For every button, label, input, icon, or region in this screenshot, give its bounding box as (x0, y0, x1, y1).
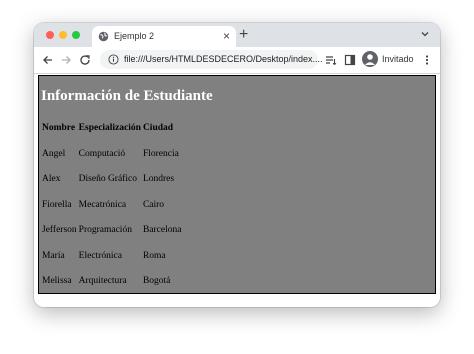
reading-list-icon[interactable] (324, 53, 338, 67)
tab-active[interactable]: Ejemplo 2 × (92, 26, 236, 47)
cell-especializacion: Computació (78, 148, 126, 159)
page-info-icon[interactable] (108, 54, 119, 65)
url-text[interactable]: file:///Users/HTMLDESDECERO/Desktop/inde… (124, 54, 323, 64)
new-tab-button[interactable]: + (239, 26, 248, 44)
tab-close-button[interactable]: × (223, 28, 230, 44)
table-row: Melissa Arquitectura Bogotá (42, 269, 181, 295)
table-row: Fiorella Mecatrónica Cairo (42, 192, 181, 218)
side-panel-icon[interactable] (343, 53, 357, 67)
browser-window: Ejemplo 2 × + file:///Users/HTMLDESDECER… (34, 23, 440, 307)
cell-especializacion: Programación (78, 225, 132, 236)
cell-ciudad: Florencia (142, 148, 179, 159)
arrow-left-icon[interactable] (41, 53, 55, 67)
cell-especializacion: Arquitectura (78, 276, 127, 287)
chevron-down-icon[interactable] (420, 29, 430, 39)
more-vert-icon[interactable] (420, 53, 434, 67)
column-header-nombre: Nombre (42, 123, 76, 133)
table-row: Angel Computació Florencia (42, 141, 181, 167)
minimize-window-button[interactable] (59, 31, 67, 39)
toolbar: file:///Users/HTMLDESDECERO/Desktop/inde… (34, 47, 440, 74)
table-header-row: Nombre Especialización Ciudad (42, 122, 181, 141)
column-header-especializacion: Especialización (78, 123, 141, 133)
cell-ciudad: Bogotá (142, 276, 171, 287)
student-info-container: Información de Estudiante Nombre Especia… (38, 75, 436, 294)
tab-title: Ejemplo 2 (114, 31, 155, 41)
tab-strip: Ejemplo 2 × + (34, 23, 440, 47)
address-bar[interactable]: file:///Users/HTMLDESDECERO/Desktop/inde… (100, 50, 323, 69)
avatar-icon (362, 51, 378, 67)
student-table: Nombre Especialización Ciudad Angel Comp… (40, 122, 183, 294)
cell-ciudad: Cairo (142, 199, 165, 210)
page-content: Información de Estudiante Nombre Especia… (34, 74, 440, 307)
cell-nombre: María (42, 250, 65, 261)
cell-nombre: Alex (42, 174, 61, 185)
cell-ciudad: Roma (142, 250, 166, 261)
cell-ciudad: Barcelona (142, 225, 182, 236)
maximize-window-button[interactable] (72, 31, 80, 39)
close-window-button[interactable] (46, 31, 54, 39)
cell-nombre: Melissa (42, 276, 72, 287)
table-row: Alex Diseño Gráfico Londres (42, 167, 181, 193)
cell-nombre: Jefferson (42, 225, 77, 236)
cell-nombre: Fiorella (42, 199, 72, 210)
reload-icon[interactable] (78, 53, 92, 67)
cell-especializacion: Diseño Gráfico (78, 174, 137, 185)
column-header-ciudad: Ciudad (142, 123, 174, 133)
globe-icon (98, 31, 109, 42)
arrow-right-icon[interactable] (59, 53, 73, 67)
table-row: Jefferson Programación Barcelona (42, 218, 181, 244)
cell-especializacion: Electrónica (78, 250, 122, 261)
table-row: María Electrónica Roma (42, 243, 181, 269)
cell-nombre: Angel (42, 148, 66, 159)
cell-ciudad: Londres (142, 174, 175, 185)
cell-especializacion: Mecatrónica (78, 199, 127, 210)
profile-label: Invitado (382, 54, 414, 64)
page-heading: Información de Estudiante (41, 88, 213, 104)
